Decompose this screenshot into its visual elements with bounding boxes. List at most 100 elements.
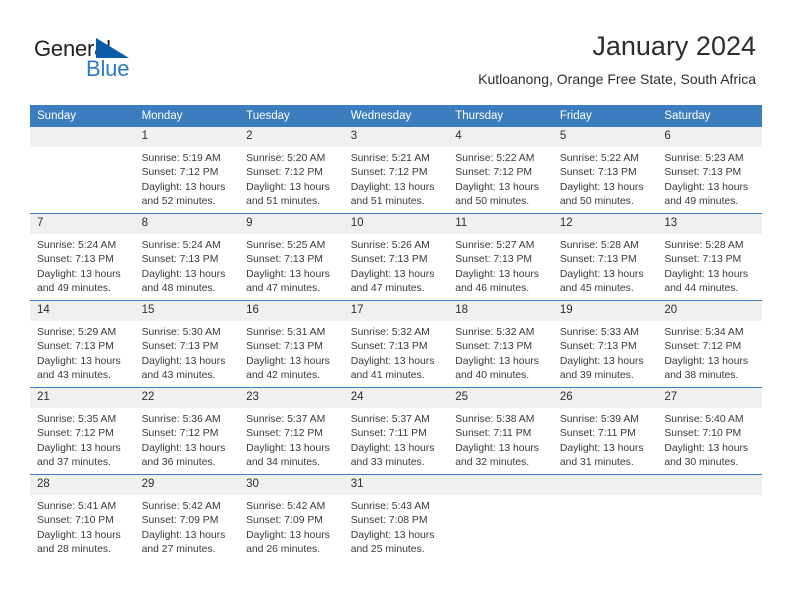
calendar-day-cell[interactable]: 17 Sunrise: 5:32 AM Sunset: 7:13 PM Dayligh… (343, 300, 449, 388)
sunrise-text: Sunrise: 5:25 AM (246, 240, 326, 251)
calendar-day-cell[interactable]: 14 Sunrise: 5:29 AM Sunset: 7:13 PM Dayligh… (30, 300, 135, 388)
day-number: 29 (134, 475, 240, 495)
calendar-day-cell[interactable]: 3 Sunrise: 5:21 AM Sunset: 7:12 PM Daylight… (343, 127, 449, 214)
day-number: 6 (657, 127, 762, 147)
day-box: 29 Sunrise: 5:42 AM Sunset: 7:09 PM Dayligh… (134, 475, 240, 561)
day-details (553, 495, 658, 500)
calendar-day-cell[interactable]: 7 Sunrise: 5:24 AM Sunset: 7:13 PM Daylight… (30, 213, 135, 301)
daylight-text-line2: and 49 minutes. (37, 282, 111, 294)
sunrise-text: Sunrise: 5:26 AM (350, 240, 430, 251)
daylight-text-line1: Daylight: 13 hours (37, 355, 121, 367)
day-details: Sunrise: 5:40 AM Sunset: 7:10 PM Daylight:… (657, 408, 762, 470)
calendar-day-cell[interactable]: 2 Sunrise: 5:20 AM Sunset: 7:12 PM Daylight… (239, 127, 344, 214)
daylight-text-line2: and 48 minutes. (141, 282, 216, 294)
day-details: Sunrise: 5:43 AM Sunset: 7:08 PM Daylight:… (344, 495, 449, 557)
general-blue-logo[interactable]: General Blue (34, 36, 164, 84)
day-details: Sunrise: 5:32 AM Sunset: 7:13 PM Daylight:… (448, 321, 553, 383)
calendar-day-cell[interactable]: 8 Sunrise: 5:24 AM Sunset: 7:13 PM Daylight… (134, 213, 240, 301)
day-details: Sunrise: 5:42 AM Sunset: 7:09 PM Daylight:… (135, 495, 240, 557)
day-box: 8 Sunrise: 5:24 AM Sunset: 7:13 PM Daylight… (134, 214, 240, 300)
day-details: Sunrise: 5:21 AM Sunset: 7:12 PM Daylight:… (344, 147, 449, 209)
calendar-day-cell[interactable]: 13 Sunrise: 5:28 AM Sunset: 7:13 PM Dayligh… (657, 213, 762, 301)
daylight-text-line1: Daylight: 13 hours (559, 355, 644, 367)
day-details: Sunrise: 5:39 AM Sunset: 7:11 PM Daylight:… (553, 408, 658, 470)
calendar-day-cell[interactable]: 24 Sunrise: 5:37 AM Sunset: 7:11 PM Dayligh… (343, 387, 449, 475)
weekday-header-tuesday: Tuesday (239, 105, 344, 127)
day-box: 4 Sunrise: 5:22 AM Sunset: 7:12 PM Daylight… (448, 127, 553, 213)
daylight-text-line1: Daylight: 13 hours (664, 442, 749, 454)
calendar-day-cell[interactable]: 26 Sunrise: 5:39 AM Sunset: 7:11 PM Dayligh… (552, 387, 658, 475)
day-number: 4 (448, 127, 553, 147)
day-details: Sunrise: 5:22 AM Sunset: 7:12 PM Daylight:… (448, 147, 553, 209)
sunset-text: Sunset: 7:10 PM (37, 515, 114, 527)
day-box (657, 475, 762, 561)
sunset-text: Sunset: 7:12 PM (141, 428, 219, 440)
day-details (657, 495, 762, 500)
calendar-day-cell[interactable]: 4 Sunrise: 5:22 AM Sunset: 7:12 PM Daylight… (448, 127, 553, 214)
calendar-day-cell[interactable]: 6 Sunrise: 5:23 AM Sunset: 7:13 PM Daylight… (657, 127, 762, 214)
day-number: 19 (552, 301, 658, 321)
day-number: 14 (30, 301, 135, 321)
sunset-text: Sunset: 7:13 PM (350, 254, 428, 266)
weekday-header-friday: Friday (552, 105, 658, 127)
calendar-day-cell[interactable]: 28 Sunrise: 5:41 AM Sunset: 7:10 PM Dayligh… (30, 474, 135, 561)
sunrise-text: Sunrise: 5:21 AM (350, 153, 430, 164)
daylight-text-line1: Daylight: 13 hours (37, 268, 121, 280)
daylight-text-line1: Daylight: 13 hours (37, 529, 121, 541)
day-box: 20 Sunrise: 5:34 AM Sunset: 7:12 PM Dayligh… (657, 301, 762, 387)
calendar-day-cell[interactable]: 25 Sunrise: 5:38 AM Sunset: 7:11 PM Dayligh… (448, 387, 553, 475)
calendar-day-cell[interactable]: 1 Sunrise: 5:19 AM Sunset: 7:12 PM Daylight… (134, 127, 240, 214)
day-details: Sunrise: 5:38 AM Sunset: 7:11 PM Daylight:… (448, 408, 553, 470)
sunrise-text: Sunrise: 5:37 AM (246, 414, 326, 425)
calendar-day-cell[interactable]: 20 Sunrise: 5:34 AM Sunset: 7:12 PM Dayligh… (657, 300, 762, 388)
daylight-text-line1: Daylight: 13 hours (350, 355, 435, 367)
calendar-day-cell[interactable]: 19 Sunrise: 5:33 AM Sunset: 7:13 PM Dayligh… (552, 300, 658, 388)
sunrise-text: Sunrise: 5:36 AM (141, 414, 221, 425)
calendar-day-cell[interactable]: 9 Sunrise: 5:25 AM Sunset: 7:13 PM Daylight… (239, 213, 344, 301)
day-number: 21 (30, 388, 135, 408)
sunset-text: Sunset: 7:11 PM (559, 428, 636, 440)
calendar-day-cell[interactable]: 27 Sunrise: 5:40 AM Sunset: 7:10 PM Dayligh… (657, 387, 762, 475)
day-box: 7 Sunrise: 5:24 AM Sunset: 7:13 PM Daylight… (30, 214, 135, 300)
sunrise-text: Sunrise: 5:27 AM (455, 240, 535, 251)
sunrise-text: Sunrise: 5:24 AM (37, 240, 117, 251)
weekday-header-saturday: Saturday (657, 105, 762, 127)
sunrise-text: Sunrise: 5:40 AM (664, 414, 744, 425)
day-number: 5 (552, 127, 658, 147)
calendar-day-cell[interactable]: 23 Sunrise: 5:37 AM Sunset: 7:12 PM Dayligh… (239, 387, 344, 475)
calendar-day-cell[interactable]: 15 Sunrise: 5:30 AM Sunset: 7:13 PM Dayligh… (134, 300, 240, 388)
weekday-header-sunday: Sunday (30, 105, 135, 127)
day-number: 20 (657, 301, 762, 321)
calendar-day-cell[interactable]: 10 Sunrise: 5:26 AM Sunset: 7:13 PM Dayligh… (343, 213, 449, 301)
calendar-day-cell[interactable]: 5 Sunrise: 5:22 AM Sunset: 7:13 PM Daylight… (552, 127, 658, 214)
sunrise-text: Sunrise: 5:23 AM (664, 153, 744, 164)
calendar-day-cell[interactable]: 30 Sunrise: 5:42 AM Sunset: 7:09 PM Dayligh… (239, 474, 344, 561)
calendar-day-cell[interactable]: 12 Sunrise: 5:28 AM Sunset: 7:13 PM Dayligh… (552, 213, 658, 301)
calendar-day-cell[interactable]: 18 Sunrise: 5:32 AM Sunset: 7:13 PM Dayligh… (448, 300, 553, 388)
weekday-header-row: Sunday Monday Tuesday Wednesday Thursday… (30, 105, 762, 127)
calendar-week-row: 28 Sunrise: 5:41 AM Sunset: 7:10 PM Dayligh… (30, 474, 762, 561)
day-details: Sunrise: 5:29 AM Sunset: 7:13 PM Daylight:… (30, 321, 135, 383)
day-number: 15 (134, 301, 240, 321)
calendar-day-cell[interactable]: 11 Sunrise: 5:27 AM Sunset: 7:13 PM Dayligh… (448, 213, 553, 301)
daylight-text-line1: Daylight: 13 hours (246, 355, 330, 367)
day-details (30, 147, 135, 152)
daylight-text-line2: and 39 minutes. (559, 369, 634, 381)
daylight-text-line1: Daylight: 13 hours (664, 355, 749, 367)
calendar-day-cell[interactable]: 29 Sunrise: 5:42 AM Sunset: 7:09 PM Dayligh… (134, 474, 240, 561)
daylight-text-line2: and 43 minutes. (141, 369, 216, 381)
calendar-day-cell[interactable]: 21 Sunrise: 5:35 AM Sunset: 7:12 PM Dayligh… (30, 387, 135, 475)
calendar-day-cell[interactable]: 22 Sunrise: 5:36 AM Sunset: 7:12 PM Dayligh… (134, 387, 240, 475)
calendar-day-cell[interactable]: 16 Sunrise: 5:31 AM Sunset: 7:13 PM Dayligh… (239, 300, 344, 388)
day-details: Sunrise: 5:28 AM Sunset: 7:13 PM Daylight:… (553, 234, 658, 296)
sunset-text: Sunset: 7:13 PM (246, 341, 323, 353)
sunrise-text: Sunrise: 5:38 AM (455, 414, 535, 425)
daylight-text-line2: and 51 minutes. (350, 195, 425, 207)
sunset-text: Sunset: 7:11 PM (350, 428, 427, 440)
sunset-text: Sunset: 7:12 PM (455, 167, 533, 179)
calendar-day-cell[interactable]: 31 Sunrise: 5:43 AM Sunset: 7:08 PM Dayligh… (343, 474, 449, 561)
sunset-text: Sunset: 7:12 PM (141, 167, 219, 179)
daylight-text-line1: Daylight: 13 hours (141, 268, 226, 280)
daylight-text-line2: and 52 minutes. (141, 195, 216, 207)
sunset-text: Sunset: 7:13 PM (37, 341, 114, 353)
